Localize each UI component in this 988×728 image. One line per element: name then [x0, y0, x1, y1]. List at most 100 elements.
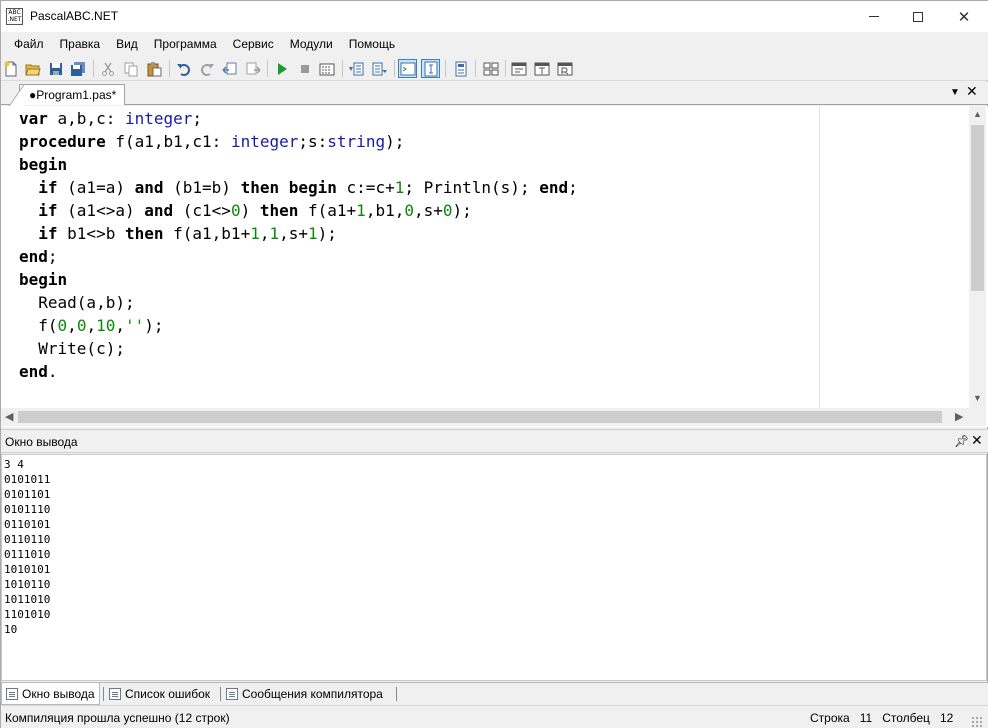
form-designer-button[interactable] — [509, 59, 528, 78]
horizontal-scroll-thumb[interactable] — [18, 411, 942, 423]
cut-button[interactable] — [98, 59, 117, 78]
column-value: 12 — [939, 711, 954, 725]
redo-button[interactable] — [197, 59, 216, 78]
horizontal-scrollbar[interactable]: ◀ ▶ — [1, 408, 969, 426]
toolbar-separator — [394, 60, 395, 77]
navigate-back-icon — [221, 62, 236, 74]
tab-program1[interactable]: ●Program1.pas* — [19, 84, 126, 105]
toolbar-separator — [475, 60, 476, 77]
maximize-icon — [913, 11, 923, 22]
text-template-button[interactable] — [532, 59, 551, 78]
editor-tab-strip: ●Program1.pas* ▼ ✕ — [1, 82, 988, 105]
compile-button[interactable] — [317, 59, 336, 78]
form-designer-icon — [511, 62, 526, 75]
open-folder-icon — [24, 64, 41, 75]
maximize-button[interactable] — [895, 1, 941, 32]
code-line[interactable]: f(0,0,10,''); — [19, 314, 578, 337]
text-template-icon — [534, 62, 549, 75]
step-into-button[interactable] — [346, 59, 365, 78]
menu-program[interactable]: Программа — [146, 32, 225, 56]
close-icon[interactable]: ✕ — [966, 84, 978, 100]
code-line[interactable]: end. — [19, 360, 578, 383]
format-toggle-button[interactable] — [421, 59, 440, 78]
resize-grip-icon[interactable] — [971, 716, 983, 728]
menu-modules[interactable]: Модули — [282, 32, 341, 56]
scroll-right-icon[interactable]: ▶ — [955, 410, 963, 423]
cursor-position: Строка 11 Столбец 12 — [810, 711, 953, 725]
tab-separator — [103, 687, 104, 701]
code-line[interactable]: Read(a,b); — [19, 291, 578, 314]
output-window[interactable]: 3 4 0101011 0101101 0101110 0110101 0110110 01… — [1, 454, 987, 681]
toolbar-separator — [267, 60, 268, 77]
tab-compiler-messages-label: Сообщения компилятора — [242, 687, 383, 701]
disassembly-button[interactable] — [481, 59, 500, 78]
tab-compiler-messages[interactable]: Сообщения компилятора — [222, 683, 387, 705]
code-line[interactable]: if b1<>b then f(a1,b1+1,1,s+1); — [19, 222, 578, 245]
scroll-up-icon[interactable]: ▲ — [973, 109, 982, 119]
run-icon — [277, 62, 287, 75]
status-message: Компиляция прошла успешно (12 строк) — [5, 711, 230, 725]
code-text[interactable]: var a,b,c: integer; procedure f(a1,b1,c1:… — [19, 107, 578, 383]
code-line[interactable]: if (a1<>a) and (c1<>0) then f(a1+1,b1,0,… — [19, 199, 578, 222]
code-line[interactable]: end; — [19, 245, 578, 268]
line-label: Строка — [810, 711, 850, 725]
menu-edit[interactable]: Правка — [52, 32, 109, 56]
tab-output-window[interactable]: Окно вывода — [1, 683, 100, 705]
menu-help[interactable]: Помощь — [341, 32, 403, 56]
output-line: 0101011 — [4, 473, 51, 486]
code-line[interactable]: var a,b,c: integer; — [19, 107, 578, 130]
code-editor[interactable]: var a,b,c: integer; procedure f(a1,b1,c1:… — [1, 106, 988, 427]
bottom-tab-strip: Окно вывода Список ошибок Сообщения комп… — [1, 682, 988, 705]
compiler-messages-icon — [226, 688, 238, 700]
output-line: 1101010 — [4, 608, 51, 621]
menu-file[interactable]: Файл — [6, 32, 52, 56]
new-file-button[interactable] — [1, 59, 20, 78]
chevron-down-icon[interactable]: ▼ — [950, 87, 960, 98]
menu-view[interactable]: Вид — [108, 32, 146, 56]
output-window-icon — [6, 687, 18, 700]
code-line[interactable]: begin — [19, 153, 578, 176]
output-text: 3 4 0101011 0101101 0101110 0110101 0110110 01… — [4, 457, 50, 637]
menu-service[interactable]: Сервис — [225, 32, 282, 56]
toolbar-separator — [342, 60, 343, 77]
stop-button[interactable] — [295, 59, 314, 78]
scroll-left-icon[interactable]: ◀ — [5, 410, 13, 423]
save-all-icon — [70, 61, 85, 76]
pin-icon[interactable]: 📌︎ — [954, 434, 969, 448]
step-over-button[interactable] — [370, 59, 389, 78]
refresh-template-button[interactable] — [555, 59, 574, 78]
minimize-button[interactable] — [851, 1, 897, 32]
output-line: 1011010 — [4, 593, 51, 606]
close-icon[interactable]: ✕ — [971, 433, 983, 449]
code-line[interactable]: begin — [19, 268, 578, 291]
output-pane-header: Окно вывода 📌︎ ✕ — [1, 429, 988, 453]
tab-error-list[interactable]: Список ошибок — [105, 683, 214, 705]
copy-button[interactable] — [121, 59, 140, 78]
run-button[interactable] — [272, 59, 291, 78]
save-button[interactable] — [46, 59, 65, 78]
navigate-back-button[interactable] — [220, 59, 239, 78]
close-button[interactable]: ✕ — [941, 1, 987, 32]
status-bar: Компиляция прошла успешно (12 строк) Стр… — [1, 705, 988, 728]
refresh-template-icon — [557, 62, 572, 75]
paste-button[interactable] — [144, 59, 163, 78]
title-bar[interactable]: ABC .NET PascalABC.NET ✕ — [1, 1, 988, 32]
save-all-button[interactable] — [68, 59, 87, 78]
code-line[interactable]: if (a1=a) and (b1=b) then begin c:=c+1; … — [19, 176, 577, 199]
output-line: 3 4 — [4, 458, 24, 471]
code-line[interactable]: procedure f(a1,b1,c1: integer;s:string); — [19, 130, 578, 153]
error-list-icon — [109, 688, 121, 700]
output-window-toggle-button[interactable] — [398, 59, 417, 78]
vertical-scrollbar[interactable]: ▲ ▼ — [969, 106, 986, 408]
navigate-forward-button[interactable] — [243, 59, 262, 78]
open-button[interactable] — [23, 59, 42, 78]
undo-icon — [176, 63, 190, 76]
output-line: 0110110 — [4, 533, 51, 546]
debug-window-button[interactable] — [451, 59, 470, 78]
close-icon: ✕ — [957, 7, 971, 26]
code-line[interactable]: Write(c); — [19, 337, 578, 360]
scroll-down-icon[interactable]: ▼ — [973, 393, 982, 403]
undo-button[interactable] — [174, 59, 193, 78]
vertical-scroll-thumb[interactable] — [971, 125, 984, 291]
cut-icon — [101, 62, 114, 76]
